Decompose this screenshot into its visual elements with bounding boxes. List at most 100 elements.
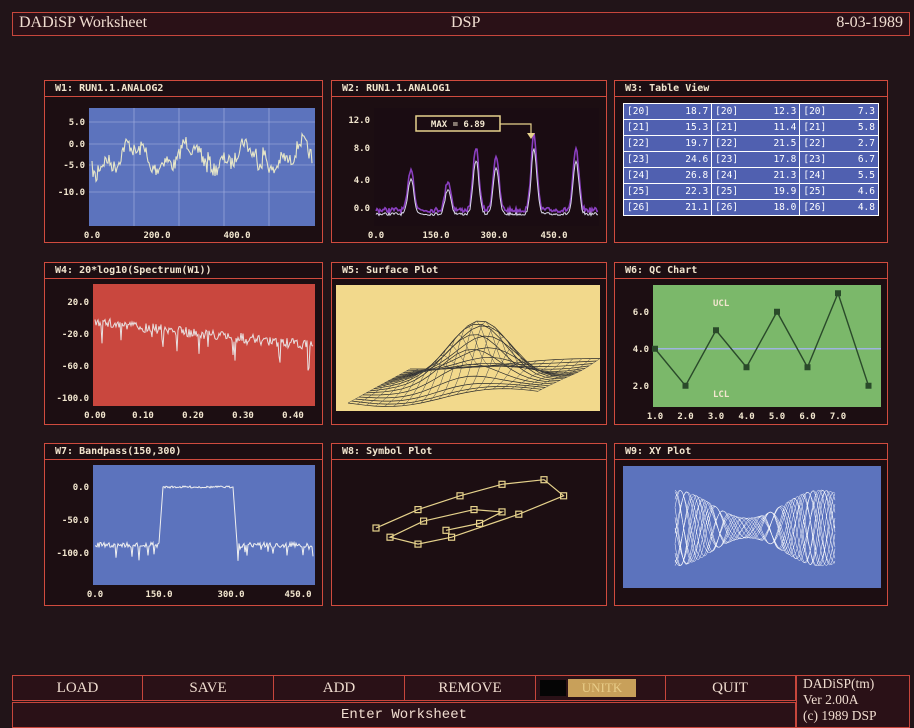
version-line-2: Ver 2.00A <box>803 692 859 707</box>
w7-plot: 0.0 -50.0 -100.0 0.0 150.0 300.0 450.0 <box>56 465 315 600</box>
cell-value: 21.3 <box>773 170 797 181</box>
qc-point <box>652 345 658 352</box>
window-w1[interactable]: W1: RUN1.1.ANALOG2 5.0 0.0 -5.0 -10.0 0.0 200… <box>44 80 323 243</box>
date-display: 8-03-1989 <box>836 14 903 31</box>
table-cell[interactable]: [20] 7.3 <box>799 103 879 120</box>
menu-quit[interactable]: QUIT <box>666 676 794 700</box>
menu-remove[interactable]: REMOVE <box>405 676 536 700</box>
menu-item-blank[interactable]: UNITK <box>536 676 666 700</box>
cell-index: [22] <box>627 138 650 149</box>
table-cell[interactable]: [22] 19.7 <box>622 135 713 152</box>
cell-index: [24] <box>627 170 650 181</box>
window-w8[interactable]: W8: Symbol Plot <box>331 443 607 606</box>
x-tick-label: 0.20 <box>182 411 204 421</box>
dadisp-screen: DADiSP Worksheet DSP 8-03-1989 W1: RUN1.… <box>0 0 914 728</box>
x-tick-label: 6.0 <box>799 412 815 422</box>
x-tick-label: 7.0 <box>830 412 846 422</box>
cell-index: [25] <box>803 186 827 197</box>
window-w3[interactable]: W3: Table View [20] 18.7 [20] 12.3 [20] 7.3 [2… <box>614 80 888 243</box>
cell-index: [25] <box>627 186 650 197</box>
cell-value: 18.7 <box>685 106 709 117</box>
window-w9[interactable]: W9: XY Plot <box>614 443 888 606</box>
w5-plot <box>336 285 601 411</box>
x-tick-label: 1.0 <box>647 412 663 422</box>
menu-dark-block <box>540 680 566 696</box>
cell-value: 19.7 <box>685 138 709 149</box>
qc-point <box>713 327 719 334</box>
cell-index: [20] <box>803 106 827 117</box>
window-w7[interactable]: W7: Bandpass(150,300) 0.0 -50.0 -100.0 0.0 1… <box>44 443 323 606</box>
table-cell[interactable]: [26] 21.1 <box>622 199 713 216</box>
table-cell[interactable]: [22] 2.7 <box>799 135 879 152</box>
plot-area <box>93 465 315 585</box>
cell-index: [23] <box>627 154 650 165</box>
table-cell[interactable]: [25] 4.6 <box>799 183 879 200</box>
plot-area <box>89 108 315 226</box>
menu-save[interactable]: SAVE <box>143 676 274 700</box>
table-cell[interactable]: [24] 5.5 <box>799 167 879 184</box>
y-tick-label: 0.0 <box>73 483 89 493</box>
y-tick-label: 4.0 <box>633 345 649 355</box>
x-tick-label: 4.0 <box>738 412 754 422</box>
cell-value: 21.1 <box>685 202 709 213</box>
table-cell[interactable]: [25] 19.9 <box>711 183 801 200</box>
cell-index: [23] <box>803 154 827 165</box>
menu-unitk[interactable]: UNITK <box>568 679 636 697</box>
window-w5[interactable]: W5: Surface Plot <box>331 262 607 425</box>
y-tick-label: -5.0 <box>63 161 85 171</box>
status-prompt: Enter Worksheet <box>340 707 468 723</box>
w4-plot: 20.0 -20.0 -60.0 -100.0 0.00 0.10 0.20 0.30 0.40 <box>56 284 315 421</box>
table-cell[interactable]: [26] 4.8 <box>799 199 879 216</box>
table-cell[interactable]: [23] 17.8 <box>711 151 801 168</box>
cell-value: 12.3 <box>773 106 797 117</box>
x-tick-label: 0.0 <box>87 590 103 600</box>
table-cell[interactable]: [21] 11.4 <box>711 119 801 136</box>
status-bar: Enter Worksheet <box>12 702 796 728</box>
table-cell[interactable]: [24] 21.3 <box>711 167 801 184</box>
x-tick-label: 0.40 <box>282 411 304 421</box>
w9-plot <box>623 466 881 588</box>
menu-bar: LOAD SAVE ADD REMOVE UNITK QUIT <box>12 675 796 701</box>
table-cell[interactable]: [25] 22.3 <box>622 183 713 200</box>
center-title: DSP <box>451 14 481 31</box>
table-cell[interactable]: [24] 26.8 <box>622 167 713 184</box>
cell-index: [20] <box>627 106 650 117</box>
menu-load[interactable]: LOAD <box>13 676 143 700</box>
y-tick-label: 8.0 <box>354 144 370 154</box>
table-cell[interactable]: [26] 18.0 <box>711 199 801 216</box>
table-cell[interactable]: [22] 21.5 <box>711 135 801 152</box>
window-w2[interactable]: W2: RUN1.1.ANALOG1 MAX = 6.89 12.0 8.0 4.0 0… <box>331 80 607 243</box>
cell-index: [23] <box>715 154 739 165</box>
table-cell[interactable]: [23] 6.7 <box>799 151 879 168</box>
cell-index: [25] <box>715 186 739 197</box>
cell-index: [22] <box>715 138 739 149</box>
y-tick-label: 4.0 <box>354 176 370 186</box>
x-tick-label: 150.0 <box>422 231 449 241</box>
cell-value: 5.8 <box>857 122 875 133</box>
table-row: [23] 24.6 [23] 17.8 [23] 6.7 <box>622 151 879 168</box>
table-cell[interactable]: [20] 12.3 <box>711 103 801 120</box>
x-tick-label: 150.0 <box>145 590 172 600</box>
x-tick-label: 2.0 <box>677 412 693 422</box>
qc-point <box>743 364 750 371</box>
table-row: [26] 21.1 [26] 18.0 [26] 4.8 <box>622 199 879 216</box>
table-cell[interactable]: [23] 24.6 <box>622 151 713 168</box>
cell-index: [22] <box>803 138 827 149</box>
x-tick-label: 300.0 <box>217 590 244 600</box>
y-tick-label: 0.0 <box>69 140 85 150</box>
max-annotation-text: MAX = 6.89 <box>431 120 485 130</box>
cell-value: 17.8 <box>773 154 797 165</box>
x-tick-label: 400.0 <box>223 231 250 241</box>
cell-value: 4.8 <box>857 202 875 213</box>
table-cell[interactable]: [21] 5.8 <box>799 119 879 136</box>
cell-index: [21] <box>803 122 827 133</box>
table-cell[interactable]: [21] 15.3 <box>622 119 713 136</box>
table-row: [21] 15.3 [21] 11.4 [21] 5.8 <box>622 119 879 136</box>
window-w4[interactable]: W4: 20*log10(Spectrum(W1)) 20.0 -20.0 -60.… <box>44 262 323 425</box>
menu-add[interactable]: ADD <box>274 676 405 700</box>
y-tick-label: -60.0 <box>62 362 89 372</box>
window-w6[interactable]: W6: QC Chart UCL LCL 6.0 4.0 2.0 1.0 2.0 3.0 4.0… <box>614 262 888 425</box>
cell-index: [24] <box>803 170 827 181</box>
table-cell[interactable]: [20] 18.7 <box>622 103 713 120</box>
window-title: W3: Table View <box>615 81 887 97</box>
